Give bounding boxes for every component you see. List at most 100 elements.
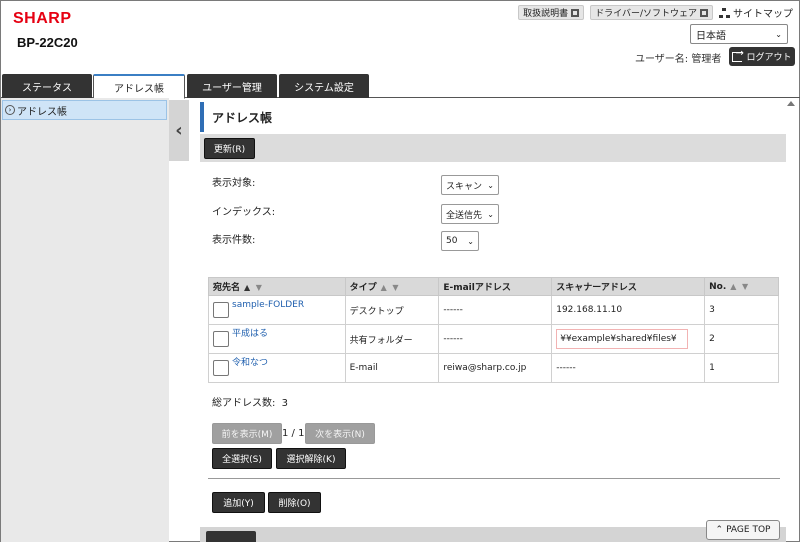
no-cell: 2 bbox=[704, 324, 779, 354]
sidebar: › アドレス帳 bbox=[1, 98, 169, 542]
table-row: 令和なつ E-mail reiwa@sharp.co.jp ------ 1 bbox=[208, 353, 779, 383]
table-row: sample-FOLDER デスクトップ ------ 192.168.11.1… bbox=[208, 295, 779, 325]
bottom-tab bbox=[206, 531, 256, 542]
logout-icon bbox=[732, 48, 744, 62]
sitemap-icon bbox=[719, 7, 730, 18]
column-name-label: 宛先名 bbox=[213, 283, 241, 293]
row-checkbox[interactable] bbox=[213, 302, 229, 318]
delete-button[interactable]: 削除(O) bbox=[268, 492, 321, 513]
prev-page-button[interactable]: 前を表示(M) bbox=[212, 423, 282, 444]
address-name-link[interactable]: 平成はる bbox=[232, 329, 268, 339]
page-top-label: PAGE TOP bbox=[726, 525, 771, 535]
external-link-icon bbox=[700, 8, 708, 17]
email-cell: reiwa@sharp.co.jp bbox=[438, 353, 553, 383]
tab-system-settings[interactable]: システム設定 bbox=[279, 74, 369, 98]
logout-label: ログアウト bbox=[746, 53, 792, 63]
tab-user-management-label: ユーザー管理 bbox=[202, 82, 262, 94]
column-header-no[interactable]: No. ▲ ▼ bbox=[704, 277, 779, 296]
username-label: ユーザー名: 管理者 bbox=[635, 54, 722, 65]
model-name: BP-22C20 bbox=[17, 35, 78, 50]
page-title: アドレス帳 bbox=[200, 102, 785, 132]
index-label: インデックス: bbox=[212, 207, 276, 218]
total-label: 総アドレス数: bbox=[212, 398, 276, 409]
email-cell: ------ bbox=[438, 295, 553, 325]
sidebar-item-label: アドレス帳 bbox=[17, 106, 67, 118]
no-cell: 1 bbox=[704, 353, 779, 383]
collapse-sidebar-button[interactable]: ‹ bbox=[169, 100, 189, 161]
page-indicator: 1 / 1 bbox=[282, 428, 305, 439]
logout-button[interactable]: ログアウト bbox=[729, 47, 795, 66]
driver-link-label: ドライバー/ソフトウェア bbox=[595, 9, 697, 19]
per-page-select[interactable]: 50 ⌄ bbox=[441, 231, 479, 251]
column-header-type[interactable]: タイプ ▲ ▼ bbox=[344, 277, 440, 296]
address-name-link[interactable]: sample-FOLDER bbox=[232, 300, 304, 310]
address-name-link[interactable]: 令和なつ bbox=[232, 358, 268, 368]
column-header-email: E-mailアドレス bbox=[438, 277, 553, 296]
email-cell: ------ bbox=[438, 324, 553, 354]
column-no-label: No. bbox=[709, 281, 727, 292]
tab-user-management[interactable]: ユーザー管理 bbox=[187, 74, 277, 98]
tab-address-book[interactable]: アドレス帳 bbox=[93, 74, 185, 99]
chevron-right-icon: › bbox=[5, 105, 15, 115]
type-cell: E-mail bbox=[344, 353, 440, 383]
manual-link[interactable]: 取扱説明書 bbox=[518, 5, 585, 20]
page-top-button[interactable]: ⌃ PAGE TOP bbox=[706, 520, 780, 540]
row-checkbox[interactable] bbox=[213, 360, 229, 376]
chevron-left-icon: ‹ bbox=[175, 120, 183, 141]
chevron-down-icon: ⌄ bbox=[467, 236, 474, 246]
column-scanner-label: スキャナーアドレス bbox=[556, 283, 637, 293]
column-header-scanner: スキャナーアドレス bbox=[551, 277, 706, 296]
manual-link-label: 取扱説明書 bbox=[523, 9, 569, 19]
total-count: 3 bbox=[281, 398, 288, 409]
select-all-button[interactable]: 全選択(S) bbox=[212, 448, 272, 469]
per-page-label: 表示件数: bbox=[212, 235, 256, 246]
column-header-name[interactable]: 宛先名 ▲ ▼ bbox=[208, 277, 346, 296]
top-links: 取扱説明書 ドライバー/ソフトウェア サイトマップ bbox=[518, 5, 793, 20]
display-target-label: 表示対象: bbox=[212, 178, 256, 189]
add-button[interactable]: 追加(Y) bbox=[212, 492, 265, 513]
total-addresses: 総アドレス数: 3 bbox=[212, 394, 288, 409]
per-page-value: 50 bbox=[446, 236, 458, 246]
external-link-icon bbox=[571, 8, 580, 17]
tab-status-label: ステータス bbox=[22, 82, 72, 94]
chevron-down-icon: ⌄ bbox=[775, 29, 782, 39]
table-row: 平成はる 共有フォルダー ------ ¥¥example¥shared¥fil… bbox=[208, 324, 779, 354]
column-email-label: E-mailアドレス bbox=[443, 283, 511, 293]
chevron-down-icon: ⌄ bbox=[487, 180, 494, 190]
table-header-row: 宛先名 ▲ ▼ タイプ ▲ ▼ E-mailアドレス スキャナーアドレス No. ▲ … bbox=[208, 277, 779, 296]
scanner-cell: ¥¥example¥shared¥files¥ bbox=[556, 329, 689, 349]
deselect-button[interactable]: 選択解除(K) bbox=[276, 448, 346, 469]
sort-icon[interactable]: ▲ ▼ bbox=[381, 283, 399, 292]
sharp-logo: SHARP bbox=[13, 10, 72, 27]
display-target-value: スキャン bbox=[446, 181, 483, 192]
sort-icon[interactable]: ▲ ▼ bbox=[244, 283, 262, 292]
sort-icon[interactable]: ▲ ▼ bbox=[730, 282, 748, 291]
next-page-button[interactable]: 次を表示(N) bbox=[305, 423, 375, 444]
column-type-label: タイプ bbox=[349, 283, 377, 293]
driver-software-link[interactable]: ドライバー/ソフトウェア bbox=[590, 5, 713, 20]
language-select[interactable]: 日本語 ⌄ bbox=[690, 24, 788, 44]
bottom-toolbar bbox=[200, 527, 786, 542]
tab-system-settings-label: システム設定 bbox=[294, 82, 354, 94]
scanner-cell: ------ bbox=[551, 353, 706, 383]
tab-address-book-label: アドレス帳 bbox=[114, 83, 164, 95]
chevron-down-icon: ⌄ bbox=[487, 209, 494, 219]
scrollbar[interactable] bbox=[787, 101, 795, 533]
scanner-cell: 192.168.11.10 bbox=[551, 295, 706, 325]
chevron-up-icon: ⌃ bbox=[715, 525, 724, 535]
index-value: 全送信先 bbox=[446, 210, 483, 221]
sidebar-item-address-book[interactable]: › アドレス帳 bbox=[2, 100, 167, 120]
sitemap-link[interactable]: サイトマップ bbox=[719, 5, 793, 20]
divider bbox=[208, 478, 780, 479]
display-target-select[interactable]: スキャン ⌄ bbox=[441, 175, 499, 195]
refresh-button[interactable]: 更新(R) bbox=[204, 138, 255, 159]
index-select[interactable]: 全送信先 ⌄ bbox=[441, 204, 499, 224]
type-cell: 共有フォルダー bbox=[344, 324, 440, 354]
no-cell: 3 bbox=[704, 295, 779, 325]
language-value: 日本語 bbox=[696, 30, 726, 42]
address-table: 宛先名 ▲ ▼ タイプ ▲ ▼ E-mailアドレス スキャナーアドレス No. ▲ … bbox=[208, 277, 779, 383]
row-checkbox[interactable] bbox=[213, 331, 229, 347]
tab-status[interactable]: ステータス bbox=[2, 74, 92, 98]
scroll-up-icon[interactable] bbox=[787, 101, 795, 106]
type-cell: デスクトップ bbox=[344, 295, 440, 325]
